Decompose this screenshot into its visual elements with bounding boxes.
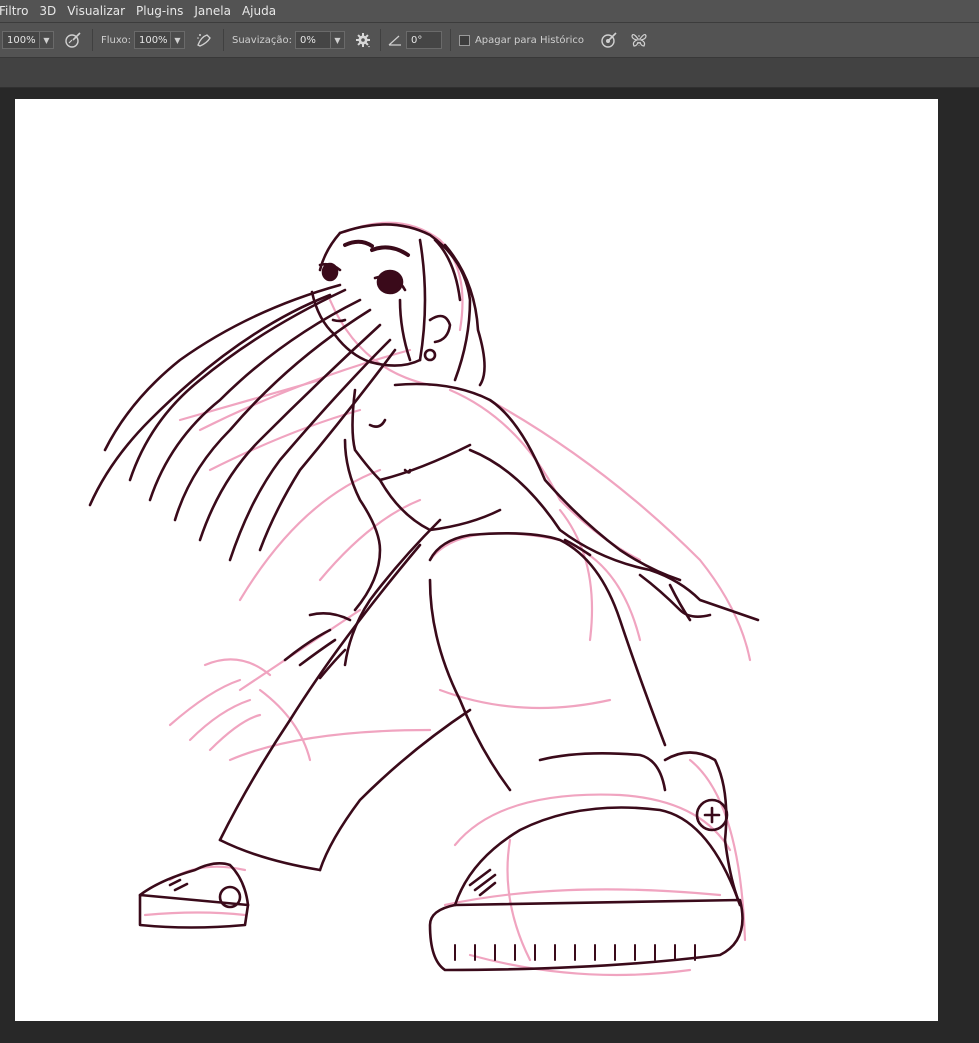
separator bbox=[449, 29, 451, 51]
menu-plugins[interactable]: Plug-ins bbox=[131, 4, 189, 18]
character-sketch-drawing bbox=[88, 221, 760, 977]
document-tab-bar bbox=[0, 58, 979, 88]
separator bbox=[379, 29, 381, 51]
menu-help[interactable]: Ajuda bbox=[237, 4, 282, 18]
separator bbox=[92, 29, 93, 51]
flow-input[interactable]: 100% bbox=[133, 31, 171, 49]
pen-pressure-icon[interactable] bbox=[62, 29, 84, 51]
menu-3d[interactable]: 3D bbox=[34, 4, 62, 18]
flow-dropdown[interactable]: ▼ bbox=[170, 31, 185, 49]
butterfly-symmetry-icon[interactable] bbox=[628, 29, 650, 51]
opacity-dropdown[interactable]: ▼ bbox=[40, 31, 54, 49]
angle-input[interactable]: 0° bbox=[405, 31, 442, 49]
pen-pressure-size-icon[interactable] bbox=[598, 29, 620, 51]
erase-history-checkbox[interactable] bbox=[458, 34, 470, 46]
document-canvas[interactable] bbox=[15, 99, 938, 1021]
smoothing-input[interactable]: 0% bbox=[294, 31, 331, 49]
flow-label: Fluxo: bbox=[101, 34, 131, 46]
tool-options-bar: 100% ▼ Fluxo: 100% ▼ Suavização: 0% ▼ 0°… bbox=[0, 23, 979, 58]
erase-history-label: Apagar para Histórico bbox=[474, 34, 584, 46]
menu-filter[interactable]: Filtro bbox=[0, 4, 34, 18]
separator bbox=[222, 29, 224, 51]
gear-icon[interactable] bbox=[352, 29, 374, 51]
opacity-input[interactable]: 100% bbox=[2, 31, 40, 49]
workspace bbox=[0, 88, 979, 1043]
airbrush-icon[interactable] bbox=[193, 29, 215, 51]
angle-icon bbox=[387, 29, 403, 51]
menu-view[interactable]: Visualizar bbox=[62, 4, 131, 18]
smoothing-dropdown[interactable]: ▼ bbox=[330, 31, 345, 49]
smoothing-label: Suavização: bbox=[231, 34, 292, 46]
menu-window[interactable]: Janela bbox=[189, 4, 237, 18]
menu-bar: Filtro 3D Visualizar Plug-ins Janela Aju… bbox=[0, 0, 979, 23]
